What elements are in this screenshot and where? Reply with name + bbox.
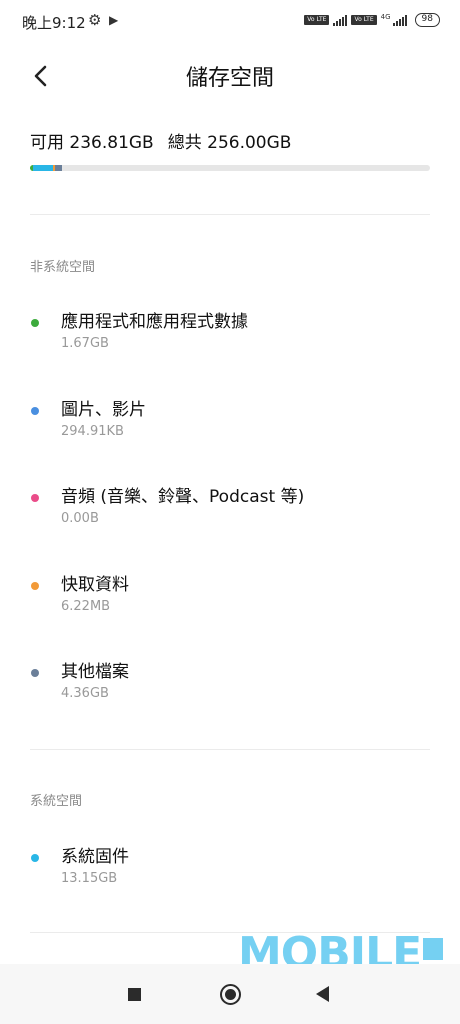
list-item-system-firmware[interactable]: 系統固件 13.15GB (30, 842, 430, 898)
category-dot-icon (31, 669, 39, 677)
divider (30, 749, 430, 750)
storage-usage-bar (30, 165, 430, 171)
item-size: 294.91KB (61, 424, 124, 439)
list-item-other-files[interactable]: 其他檔案 4.36GB (30, 657, 430, 713)
item-label: 快取資料 (61, 575, 129, 595)
item-label: 其他檔案 (61, 662, 129, 682)
status-bar: 晚上9:12 ⚙ ▶ Vo LTE Vo LTE 4G 98 (0, 0, 460, 42)
play-store-icon: ▶ (109, 13, 119, 27)
navigation-bar (0, 964, 460, 1024)
item-label: 系統固件 (61, 847, 129, 867)
signal-icon (333, 14, 348, 26)
item-size: 1.67GB (61, 336, 109, 351)
list-item-images-videos[interactable]: 圖片、影片 294.91KB (30, 395, 430, 451)
item-size: 0.00B (61, 511, 99, 526)
volte-icon: Vo LTE (304, 15, 330, 25)
volte-icon-2: Vo LTE (351, 15, 377, 25)
category-dot-icon (31, 582, 39, 590)
back-triangle-icon[interactable] (316, 986, 329, 1002)
page-title: 儲存空間 (185, 66, 274, 91)
category-dot-icon (31, 494, 39, 502)
recents-square-icon[interactable] (128, 988, 141, 1001)
available-storage: 可用 236.81GB (30, 133, 154, 153)
item-label: 應用程式和應用程式數據 (61, 312, 248, 332)
item-size: 6.22MB (61, 599, 111, 614)
storage-summary: 可用 236.81GB 總共 256.00GB (30, 128, 291, 153)
list-item-audio[interactable]: 音頻 (音樂、鈴聲、Podcast 等) 0.00B (30, 482, 430, 538)
section-label-system: 系統空間 (30, 794, 83, 809)
item-label: 音頻 (音樂、鈴聲、Podcast 等) (61, 487, 305, 507)
list-item-cache[interactable]: 快取資料 6.22MB (30, 570, 430, 626)
network-type: 4G (380, 13, 391, 21)
status-indicators: Vo LTE Vo LTE 4G 98 (304, 13, 440, 27)
list-item-apps[interactable]: 應用程式和應用程式數據 1.67GB (30, 307, 430, 363)
usage-segment (54, 165, 62, 171)
item-size: 4.36GB (61, 686, 109, 701)
usage-segment (32, 165, 54, 171)
category-dot-icon (31, 407, 39, 415)
total-storage: 總共 256.00GB (167, 133, 292, 153)
signal-icon-2 (392, 14, 407, 26)
gear-icon: ⚙ (88, 11, 102, 29)
divider (30, 214, 430, 215)
item-size: 13.15GB (61, 871, 118, 886)
category-dot-icon (31, 319, 39, 327)
home-circle-icon[interactable] (220, 984, 241, 1005)
category-dot-icon (31, 854, 39, 862)
speech-bubble-icon (423, 938, 444, 960)
header: 儲存空間 (0, 52, 460, 100)
status-time: 晚上9:12 (22, 14, 86, 32)
item-label: 圖片、影片 (61, 400, 146, 420)
section-label-non-system: 非系統空間 (30, 260, 96, 275)
battery-icon: 98 (414, 13, 440, 27)
